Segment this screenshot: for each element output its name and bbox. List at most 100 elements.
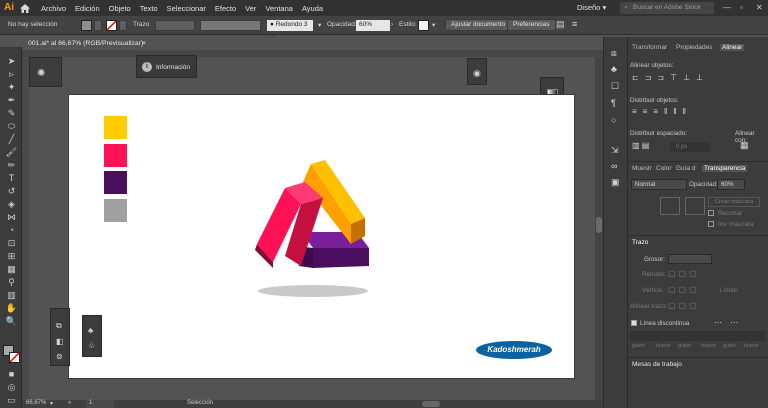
page-field[interactable]: 1 <box>86 400 114 408</box>
ellipse-tool-icon[interactable]: ⬭ <box>6 121 17 132</box>
cap-icons[interactable]: ▢▢▢ <box>668 269 700 278</box>
links-panel-icon[interactable]: ∞ <box>611 161 617 171</box>
draw-mode-icon[interactable]: ◎ <box>6 382 17 393</box>
tab-guia[interactable]: Guía d <box>676 165 696 172</box>
width-tool-icon[interactable]: ⋈ <box>6 212 17 223</box>
stroke-color-icon[interactable] <box>9 352 20 363</box>
stroke-weight-field[interactable] <box>155 20 195 31</box>
appearance-icon[interactable]: ◉ <box>473 68 481 79</box>
spacing-field[interactable]: 0 px <box>670 142 710 152</box>
brush-tool-icon[interactable]: 🖌 <box>6 147 17 158</box>
dash-style-icons[interactable]: ⋯ ⋯ <box>714 318 741 327</box>
first-page-icon[interactable]: « <box>68 400 71 406</box>
menu-texto[interactable]: Texto <box>140 4 158 13</box>
minimize-icon[interactable]: — <box>723 3 731 12</box>
horizontal-scroll-thumb[interactable] <box>422 401 440 407</box>
vertical-scrollbar[interactable] <box>595 57 603 400</box>
zoom-value[interactable]: 66,67% <box>26 400 46 406</box>
eyedropper-icon[interactable]: ⚲ <box>6 277 17 288</box>
style-swatch[interactable] <box>418 20 429 31</box>
gradient-tool-icon[interactable]: ▦ <box>6 264 17 275</box>
tab-transformar[interactable]: Transformar <box>632 44 667 51</box>
info-panel[interactable]: i Información <box>136 55 197 78</box>
weight-field[interactable] <box>668 254 712 264</box>
direct-selection-icon[interactable]: ▹ <box>6 69 17 80</box>
shape-builder-icon[interactable]: ◔ <box>6 225 17 236</box>
distribute-objects-icons[interactable]: ≡≡≡‖‖‖ <box>632 107 692 116</box>
menu-ayuda[interactable]: Ayuda <box>302 4 323 13</box>
club-icon[interactable]: ♧ <box>88 341 95 350</box>
stroke-none-swatch[interactable] <box>106 20 117 31</box>
selection-tool-icon[interactable]: ➤ <box>6 56 17 67</box>
layers-icon[interactable]: ◧ <box>56 337 64 346</box>
zoom-tool-icon[interactable]: 🔍 <box>6 316 17 327</box>
rotate-tool-icon[interactable]: ↺ <box>6 186 17 197</box>
links-icon[interactable]: ⊚ <box>56 352 63 361</box>
tab-propiedades[interactable]: Propiedades <box>676 44 713 51</box>
align-stroke-icons[interactable]: ▢▢▢ <box>668 301 700 310</box>
brush-dropdown-icon[interactable]: ▾ <box>318 21 321 29</box>
tab-color[interactable]: Color <box>656 165 672 172</box>
menu-archivo[interactable]: Archivo <box>41 4 66 13</box>
menu-icon[interactable]: ≡ <box>572 19 577 29</box>
style-dropdown-icon[interactable]: ▾ <box>432 21 435 29</box>
color-mode-icon[interactable]: ■ <box>6 369 17 380</box>
magic-wand-icon[interactable]: ✦ <box>6 82 17 93</box>
color-swatch-pink[interactable] <box>104 144 127 167</box>
type-panel-icon[interactable]: ☐ <box>611 81 619 92</box>
stock-search-input[interactable]: ⌕ Buscar en Adobe Stock <box>620 2 714 14</box>
artboards-panel-title[interactable]: Mesas de trabajo <box>632 361 682 368</box>
brushes-icon[interactable]: ♣ <box>611 64 617 74</box>
create-mask-button[interactable]: Crear máscara <box>708 197 760 207</box>
color-swatch-yellow[interactable] <box>104 116 127 139</box>
menu-edicion[interactable]: Edición <box>75 4 100 13</box>
home-icon[interactable] <box>18 0 32 16</box>
arrange-icon[interactable]: ▤ <box>556 19 565 30</box>
type-tool-icon[interactable]: T <box>6 173 17 184</box>
free-transform-icon[interactable]: ⊡ <box>6 238 17 249</box>
pen-tool-icon[interactable]: ✒ <box>6 95 17 106</box>
maximize-icon[interactable]: ▫ <box>740 3 743 12</box>
chart-tool-icon[interactable]: ▥ <box>6 290 17 301</box>
scroll-thumb[interactable] <box>596 217 602 233</box>
tab-transparencia[interactable]: Transparencia <box>702 165 748 172</box>
perspective-grid-icon[interactable]: ⊞ <box>6 251 17 262</box>
document-tab[interactable]: 001.ai* al 66,67% (RGB/Previsualizar) × <box>22 38 154 50</box>
stroke-panel-title[interactable]: Trazo <box>632 239 648 246</box>
color-swatch-purple[interactable] <box>104 171 127 194</box>
close-window-icon[interactable]: ✕ <box>756 3 763 12</box>
zoom-dropdown-icon[interactable]: ▾ <box>50 400 53 407</box>
hand-tool-icon[interactable]: ✋ <box>6 303 17 314</box>
stroke-dropdown[interactable] <box>119 20 127 31</box>
asset-export-icon[interactable]: ▣ <box>611 177 620 188</box>
adjust-document-button[interactable]: Ajustar documento <box>445 19 512 31</box>
pencil-tool-icon[interactable]: ✏ <box>6 160 17 171</box>
tab-alinear[interactable]: Alinear <box>720 44 745 51</box>
menu-efecto[interactable]: Efecto <box>215 4 236 13</box>
variable-width-dropdown[interactable] <box>200 20 261 31</box>
3d-triangle-artwork[interactable] <box>249 158 374 303</box>
align-to-icon[interactable]: ▦ <box>740 140 749 151</box>
align-objects-icons[interactable]: ⊏⊐⊐⊤⊥⊥ <box>632 73 709 82</box>
artboards-icon[interactable]: ⧉ <box>56 321 62 331</box>
clip-checkbox[interactable] <box>708 210 714 216</box>
color-swatch-gray[interactable] <box>104 199 127 222</box>
workspace-switcher[interactable]: Diseño ▾ <box>577 3 606 12</box>
eraser-tool-icon[interactable]: ◈ <box>6 199 17 210</box>
fill-dropdown[interactable] <box>94 20 102 31</box>
dash-fields-row[interactable] <box>630 331 766 341</box>
line-tool-icon[interactable]: ╱ <box>6 134 17 145</box>
menu-ventana[interactable]: Ventana <box>265 4 293 13</box>
menu-ver[interactable]: Ver <box>245 4 256 13</box>
fill-swatch[interactable] <box>81 20 92 31</box>
dashed-line-checkbox[interactable] <box>631 320 637 326</box>
artboard[interactable]: Kadoshmerah <box>69 95 574 378</box>
menu-objeto[interactable]: Objeto <box>109 4 131 13</box>
transparency-opacity-field[interactable]: 60% <box>717 179 745 190</box>
blend-mode-dropdown[interactable]: Normal <box>631 179 687 190</box>
invert-mask-checkbox[interactable] <box>708 221 714 227</box>
opentype-icon[interactable]: ○ <box>611 115 616 125</box>
color-wheel-icon[interactable]: ✺ <box>37 68 45 79</box>
screen-mode-icon[interactable]: ▭ <box>6 395 17 406</box>
opacity-field[interactable]: 60% <box>356 20 390 31</box>
